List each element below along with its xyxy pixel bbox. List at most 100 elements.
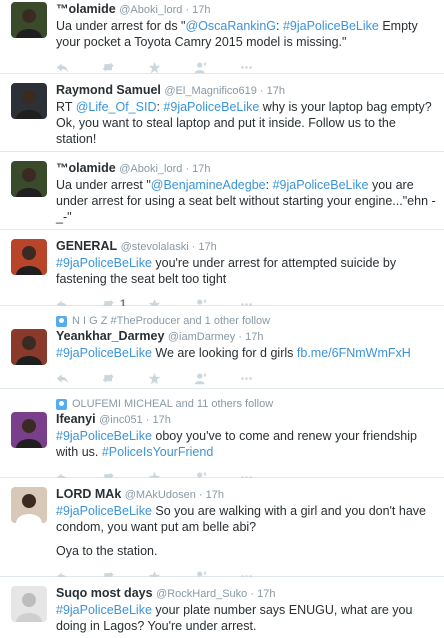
favorite-button[interactable]	[148, 61, 194, 74]
hashtag-link[interactable]: #9jaPoliceBeLike	[56, 346, 152, 360]
tweet-text-segment: :	[276, 19, 283, 33]
tweet-timestamp[interactable]: 17h	[192, 4, 210, 16]
tweet-content: ™olamide @Aboki_lord · 17h Ua under arres…	[56, 1, 436, 75]
hashtag-link[interactable]: #9jaPoliceBeLike	[56, 603, 152, 617]
separator-dot: ·	[188, 241, 199, 253]
hashtag-link[interactable]: #9jaPoliceBeLike	[273, 178, 369, 192]
follow-context-icon	[56, 398, 67, 410]
tweet-paragraph: #9jaPoliceBeLike oboy you've to come and…	[56, 428, 436, 460]
author-handle[interactable]: @stevolalaski	[121, 241, 189, 253]
author-name[interactable]: Raymond Samuel	[56, 83, 161, 97]
tweet-text: #9jaPoliceBeLike So you are walking with…	[56, 503, 436, 559]
tweet-timestamp[interactable]: 17h	[192, 163, 210, 175]
tweet-item[interactable]: N I G Z #TheProducer and 1 other follow Y…	[0, 306, 444, 389]
follow-button[interactable]	[194, 61, 240, 74]
follow-context-text: N I G Z #TheProducer and 1 other follow	[72, 315, 271, 327]
tweet-timestamp[interactable]: 17h	[152, 414, 170, 426]
tweet-text: Ua under arrest for ds "@OscaRankinG: #9…	[56, 18, 436, 50]
favorite-button[interactable]	[148, 372, 194, 385]
author-handle[interactable]: @Aboki_lord	[119, 4, 182, 16]
favorite-icon	[148, 372, 161, 384]
tweet-timestamp[interactable]: 17h	[206, 489, 224, 501]
more-icon	[241, 376, 252, 380]
hashtag-link[interactable]: #PoliceIsYourFriend	[102, 445, 213, 459]
hashtag-link[interactable]: #9jaPoliceBeLike	[163, 100, 259, 114]
author-handle[interactable]: @Aboki_lord	[119, 163, 182, 175]
hashtag-link[interactable]: #9jaPoliceBeLike	[56, 256, 152, 270]
more-button[interactable]	[240, 61, 286, 74]
tweet-text: #9jaPoliceBeLike you're under arrest for…	[56, 255, 436, 287]
avatar[interactable]	[11, 586, 47, 622]
avatar[interactable]	[11, 329, 47, 365]
follow-button[interactable]	[194, 372, 240, 385]
author-name[interactable]: GENERAL	[56, 239, 117, 253]
tweet-actions	[56, 59, 436, 75]
tweet-header: LORD MAk @MAkUdosen · 17h	[56, 486, 436, 502]
tweet-paragraph: Ua under arrest "@BenjamineAdegbe: #9jaP…	[56, 177, 436, 225]
avatar[interactable]	[11, 239, 47, 275]
tweet-text-segment: Ua under arrest for ds "	[56, 19, 186, 33]
retweet-button[interactable]	[102, 61, 148, 74]
reply-icon	[56, 373, 69, 383]
tweet-actions	[56, 370, 436, 386]
hashtag-link[interactable]: #9jaPoliceBeLike	[56, 504, 152, 518]
mention-link[interactable]: @BenjamineAdegbe	[151, 178, 266, 192]
tweet-header: Raymond Samuel @El_Magnifico619 · 17h	[56, 82, 436, 98]
mention-link[interactable]: @OscaRankinG	[186, 19, 277, 33]
tweet-header: ™olamide @Aboki_lord · 17h	[56, 160, 436, 176]
tweet-timestamp[interactable]: 17h	[198, 241, 216, 253]
tweet-item[interactable]: Suqo most days @RockHard_Suko · 17h #9jaP…	[0, 577, 444, 638]
url-link[interactable]: fb.me/6FNmWmFxH	[297, 346, 411, 360]
avatar[interactable]	[11, 2, 47, 38]
tweet-timestamp[interactable]: 17h	[245, 331, 263, 343]
favorite-icon	[148, 61, 161, 73]
tweet-timestamp[interactable]: 17h	[267, 85, 285, 97]
author-name[interactable]: ™olamide	[56, 161, 116, 175]
tweet-item[interactable]: ™olamide @Aboki_lord · 17h Ua under arres…	[0, 0, 444, 74]
avatar[interactable]	[11, 412, 47, 448]
avatar[interactable]	[11, 161, 47, 197]
reply-button[interactable]	[56, 372, 102, 385]
tweet-paragraph: #9jaPoliceBeLike your plate number says …	[56, 602, 436, 634]
follow-context: OLUFEMI MICHEAL and 11 others follow	[56, 397, 436, 411]
author-name[interactable]: Suqo most days	[56, 586, 153, 600]
avatar[interactable]	[11, 487, 47, 523]
mention-link[interactable]: @Life_Of_SID	[76, 100, 157, 114]
follow-context-text: OLUFEMI MICHEAL and 11 others follow	[72, 398, 274, 410]
reply-button[interactable]	[56, 61, 102, 74]
tweet-item[interactable]: Raymond Samuel @El_Magnifico619 · 17h RT …	[0, 74, 444, 170]
more-button[interactable]	[240, 372, 286, 385]
author-handle[interactable]: @RockHard_Suko	[156, 588, 247, 600]
follow-context: N I G Z #TheProducer and 1 other follow	[56, 314, 436, 328]
author-handle[interactable]: @MAkUdosen	[125, 489, 196, 501]
author-handle[interactable]: @El_Magnifico619	[164, 85, 257, 97]
follow-context-icon	[56, 315, 67, 327]
tweet-item[interactable]: OLUFEMI MICHEAL and 11 others follow Ifea…	[0, 389, 444, 483]
tweet-item[interactable]: ™olamide @Aboki_lord · 17h Ua under arres…	[0, 152, 444, 248]
author-name[interactable]: Yeankhar_Darmey	[56, 329, 164, 343]
tweet-paragraph: #9jaPoliceBeLike you're under arrest for…	[56, 255, 436, 287]
tweet-text: #9jaPoliceBeLike oboy you've to come and…	[56, 428, 436, 460]
separator-dot: ·	[142, 414, 153, 426]
hashtag-link[interactable]: #9jaPoliceBeLike	[283, 19, 379, 33]
tweet-item[interactable]: LORD MAk @MAkUdosen · 17h #9jaPoliceBeLik…	[0, 478, 444, 582]
tweet-content: LORD MAk @MAkUdosen · 17h #9jaPoliceBeLik…	[56, 486, 436, 584]
author-handle[interactable]: @iamDarmey	[168, 331, 235, 343]
tweet-item[interactable]: GENERAL @stevolalaski · 17h #9jaPoliceBeL…	[0, 230, 444, 310]
tweet-content: N I G Z #TheProducer and 1 other follow Y…	[56, 314, 436, 386]
tweet-header: GENERAL @stevolalaski · 17h	[56, 238, 436, 254]
avatar[interactable]	[11, 83, 47, 119]
tweet-header: Suqo most days @RockHard_Suko · 17h	[56, 585, 436, 601]
author-name[interactable]: ™olamide	[56, 2, 116, 16]
author-name[interactable]: LORD MAk	[56, 487, 121, 501]
author-name[interactable]: Ifeanyi	[56, 412, 96, 426]
tweet-text: #9jaPoliceBeLike We are looking for d gi…	[56, 345, 436, 361]
retweet-button[interactable]	[102, 372, 148, 385]
retweet-icon	[102, 62, 114, 72]
hashtag-link[interactable]: #9jaPoliceBeLike	[56, 429, 152, 443]
tweet-header: Yeankhar_Darmey @iamDarmey · 17h	[56, 328, 436, 344]
author-handle[interactable]: @inc051	[99, 414, 143, 426]
tweet-timestamp[interactable]: 17h	[257, 588, 275, 600]
more-icon	[241, 65, 252, 69]
tweet-text-segment: We are looking for d girls	[151, 346, 297, 360]
